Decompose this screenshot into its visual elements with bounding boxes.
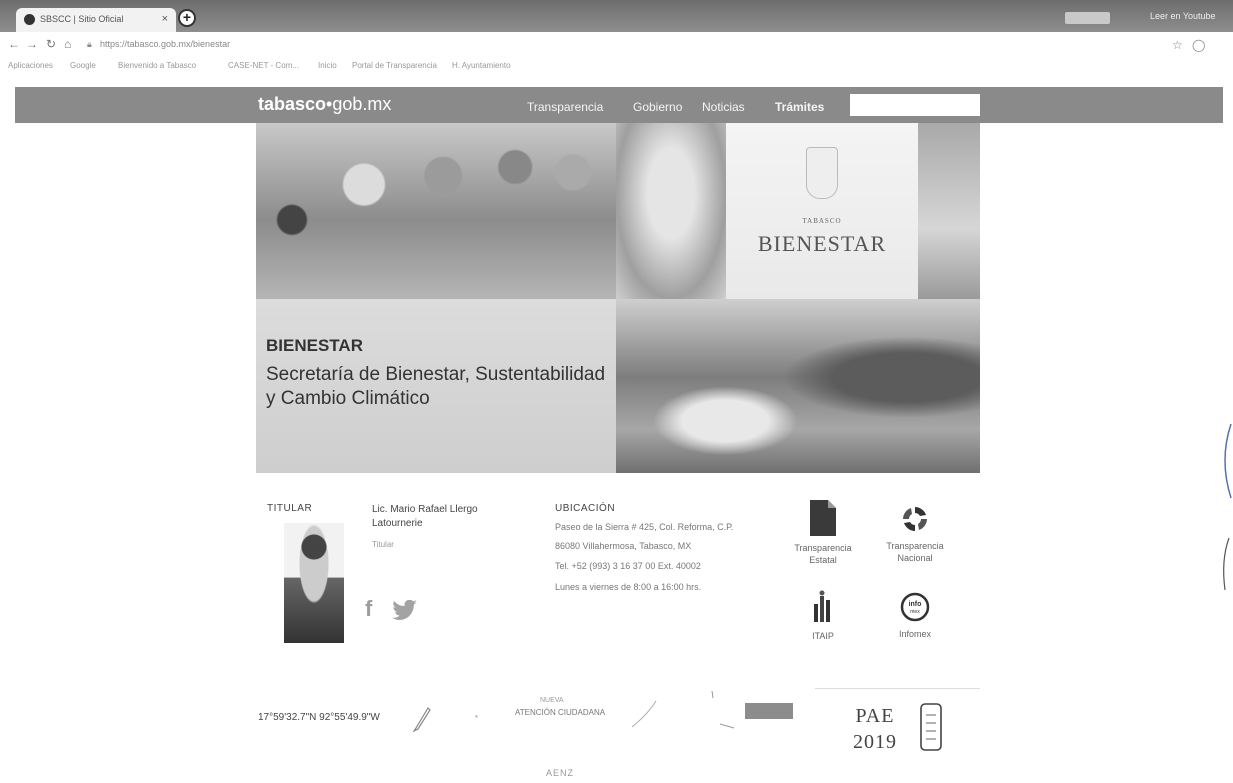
footer-divider — [815, 688, 980, 689]
home-icon[interactable]: ⌂ — [64, 37, 71, 51]
portal-label: Transparencia Estatal — [794, 543, 852, 565]
clipboard-icon[interactable] — [920, 703, 942, 751]
titular-label: TITULAR — [267, 503, 313, 514]
infomex-logo-icon: info mex — [900, 592, 930, 622]
back-arrow-icon[interactable]: ← — [8, 37, 20, 51]
address-bar[interactable]: https://tabasco.gob.mx/bienestar — [100, 39, 230, 49]
hero-banner: TABASCO BIENESTAR BIENESTAR Secretaría d… — [256, 123, 980, 473]
emblem-title: BIENESTAR — [757, 231, 887, 256]
nav-link-noticias[interactable]: Noticias — [702, 100, 745, 114]
bookmark-item[interactable]: Google — [70, 61, 96, 70]
pae-2019-banner[interactable]: PAE 2019 — [840, 703, 910, 755]
hero-photo-person — [918, 123, 980, 299]
bookmark-item[interactable]: Inicio — [318, 61, 337, 70]
new-tab-button[interactable]: + — [178, 9, 196, 27]
bookmark-item[interactable]: CASE-NET - Com... — [228, 61, 299, 70]
hero-photo-lagoon — [616, 299, 980, 473]
footer-banner-title[interactable]: ATENCIÓN CIUDADANA — [515, 708, 605, 717]
bookmark-item[interactable]: Bienvenido a Tabasco — [118, 61, 196, 70]
hero-photo-crowd — [256, 123, 616, 299]
logo-domain-text: gob.mx — [332, 94, 392, 114]
portal-label: Infomex — [898, 629, 931, 639]
footer-badge[interactable] — [745, 703, 793, 719]
browser-tab-bar: SBSCC | Sitio Oficial × + Leer en Youtub… — [0, 0, 1233, 32]
site-search-input[interactable] — [850, 94, 980, 116]
bookmark-item[interactable]: Aplicaciones — [8, 61, 53, 70]
line-decoration-icon — [631, 700, 657, 728]
hours-line: Lunes a viernes de 8:00 a 16:00 hrs. — [555, 582, 702, 592]
logo-bold-text: tabasco — [258, 94, 327, 114]
phone-line: Tel. +52 (993) 3 16 37 00 Ext. 40002 — [555, 561, 701, 571]
footer-banner-top: NUEVA — [540, 697, 564, 704]
bookmark-item[interactable]: Portal de Transparencia — [352, 61, 437, 70]
browser-tab-title: SBSCC | Sitio Oficial — [40, 14, 124, 24]
address-line: Paseo de la Sierra # 425, Col. Reforma, … — [555, 522, 734, 532]
portal-transparencia-estatal[interactable]: Transparencia Estatal — [783, 500, 863, 566]
svg-text:info: info — [909, 601, 922, 608]
titular-photo — [284, 523, 344, 643]
site-logo[interactable]: tabasco•gob.mx — [258, 94, 391, 115]
portal-infomex[interactable]: info mex Infomex — [875, 592, 955, 640]
footer-coordinates[interactable]: 17°59'32.7"N 92°55'49.9"W — [258, 712, 380, 723]
hero-photo-leaves — [616, 123, 726, 299]
reload-icon[interactable]: ↻ — [46, 37, 56, 51]
site-header: tabasco•gob.mx Transparencia Gobierno No… — [15, 87, 1223, 123]
document-icon — [810, 500, 836, 536]
hero-text-panel: BIENESTAR Secretaría de Bienestar, Suste… — [256, 299, 616, 473]
browser-tab[interactable]: SBSCC | Sitio Oficial × — [16, 8, 176, 32]
portal-label: Transparencia Nacional — [886, 541, 944, 563]
portal-itaip[interactable]: ITAIP — [783, 590, 863, 642]
window-control-blob — [1065, 12, 1110, 24]
browser-nav-bar: ← → ↻ ⌂ 🔒︎ https://tabasco.gob.mx/bienes… — [0, 32, 1233, 56]
address-city-line: 86080 Villahermosa, Tabasco, MX — [555, 541, 692, 551]
bookmark-star-icon[interactable]: ☆ — [1172, 38, 1183, 52]
twitter-icon[interactable] — [392, 599, 418, 626]
pae-year: 2019 — [853, 731, 897, 753]
emblem-subtitle: TABASCO — [802, 217, 842, 225]
facebook-icon[interactable]: f — [365, 596, 372, 622]
ubicacion-label: UBICACIÓN — [555, 503, 616, 514]
hero-emblem-panel: TABASCO BIENESTAR — [726, 123, 918, 299]
margin-annotation-icon — [1223, 423, 1232, 591]
footer-bottom-text: AENZ — [546, 768, 575, 778]
bookmarks-bar: Aplicaciones Google Bienvenido a Tabasco… — [0, 56, 1233, 76]
window-label: Leer en Youtube — [1150, 11, 1216, 21]
github-favicon-icon — [24, 14, 35, 25]
titular-name: Lic. Mario Rafael Llergo Latournerie — [372, 504, 478, 529]
nav-link-tramites[interactable]: Trámites — [775, 100, 824, 114]
line-decoration-icon — [711, 690, 735, 729]
pnt-logo-icon — [903, 507, 927, 531]
lock-icon: 🔒︎ — [87, 39, 92, 49]
pae-title: PAE — [855, 705, 895, 727]
svg-text:mex: mex — [910, 609, 920, 615]
pen-icon — [412, 707, 431, 732]
tabasco-emblem-icon — [806, 147, 838, 199]
portal-transparencia-nacional[interactable]: Transparencia Nacional — [875, 504, 955, 564]
hero-kicker: BIENESTAR — [266, 336, 363, 355]
portal-label: ITAIP — [812, 631, 834, 641]
profile-icon[interactable]: ◯ — [1192, 38, 1205, 52]
footer-dot: • — [475, 712, 478, 721]
page-title: Secretaría de Bienestar, Sustentabilidad… — [266, 364, 606, 409]
titular-role: Titular — [372, 540, 394, 549]
close-tab-icon[interactable]: × — [162, 13, 168, 25]
nav-link-gobierno[interactable]: Gobierno — [633, 100, 682, 114]
itaip-logo-icon — [814, 590, 830, 622]
forward-arrow-icon[interactable]: → — [26, 37, 38, 51]
nav-link-transparencia[interactable]: Transparencia — [527, 100, 603, 114]
bookmark-item[interactable]: H. Ayuntamiento — [452, 61, 511, 70]
